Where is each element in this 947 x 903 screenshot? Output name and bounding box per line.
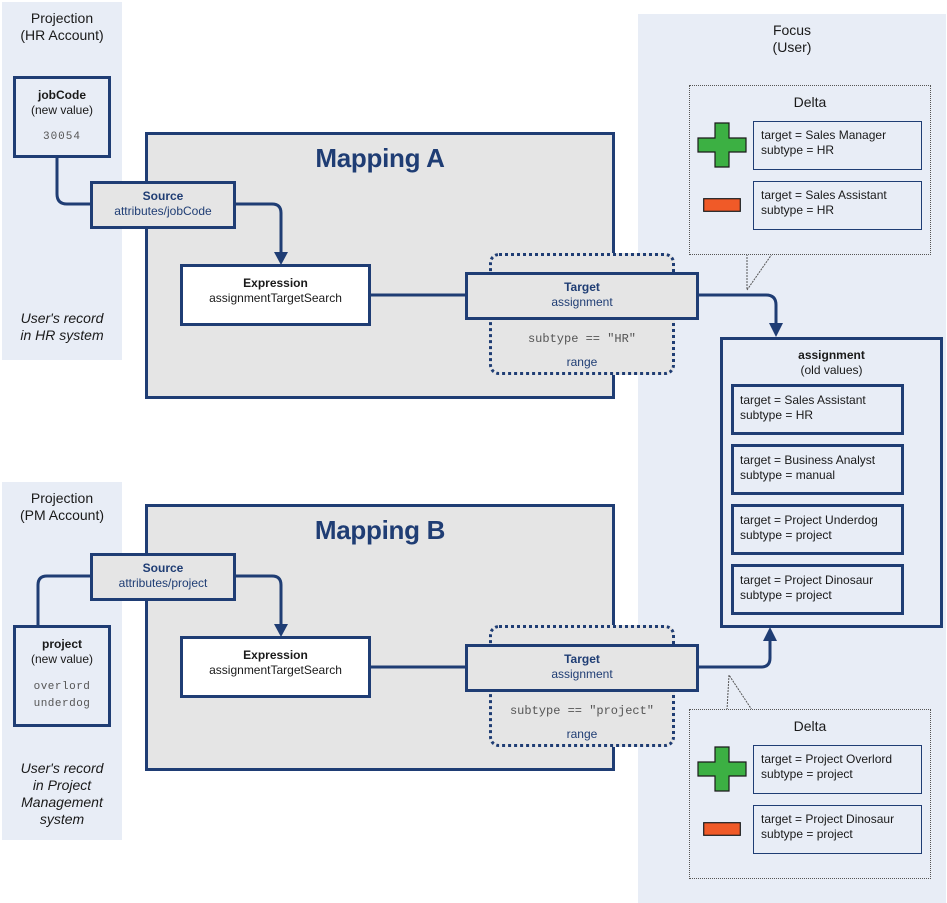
note-line: in Project: [32, 777, 92, 793]
expression-b-label: Expression: [243, 648, 308, 662]
target-a-label: Target: [564, 280, 600, 294]
plus-icon: [697, 746, 747, 792]
mapping-b-range-condition: subtype == "project": [509, 704, 655, 718]
delta-item-target: target = Sales Manager: [761, 128, 887, 142]
delta-item-subtype: subtype = project: [761, 827, 853, 841]
projection-hr-note: User's record in HR system: [2, 310, 122, 344]
target-b-value: assignment: [551, 667, 613, 681]
project-value: overlord: [33, 681, 91, 693]
note-line: system: [39, 811, 85, 827]
note-line: in HR system: [20, 327, 104, 343]
minus-icon: [703, 198, 741, 212]
delta-item-target: target = Project Overlord: [761, 752, 893, 766]
delta-a-title: Delta: [793, 94, 827, 110]
projection-pm-title: Projection (PM Account): [2, 490, 122, 524]
delta-item-target: target = Project Dinosaur: [761, 812, 895, 826]
projection-pm-title-line2: (PM Account): [19, 507, 105, 523]
target-b-label: Target: [564, 652, 600, 666]
mapping-b-range-label: range: [566, 727, 598, 741]
focus-title-line1: Focus: [772, 22, 812, 38]
assignment-item-subtype: subtype = project: [740, 588, 832, 602]
projection-pm-note: User's record in Project Management syst…: [2, 760, 122, 828]
assignment-item: target = Project Dinosaur subtype = proj…: [731, 564, 904, 615]
assignment-qualifier: (old values): [800, 363, 863, 377]
assignment-name: assignment: [798, 348, 865, 362]
project-attribute-name: project: [41, 637, 82, 651]
assignment-item-subtype: subtype = HR: [740, 408, 814, 422]
assignment-item-subtype: subtype = project: [740, 528, 832, 542]
assignment-item-target: target = Sales Assistant: [740, 393, 866, 407]
delta-b-title: Delta: [793, 718, 827, 734]
project-attribute-qualifier: (new value): [30, 652, 94, 666]
source-b-path: attributes/project: [118, 576, 208, 590]
focus-title: Focus (User): [638, 22, 946, 56]
mapping-a-target: Target assignment: [465, 272, 699, 320]
assignment-item-target: target = Project Dinosaur: [740, 573, 874, 587]
target-a-value: assignment: [551, 295, 613, 309]
jobcode-attribute-name: jobCode: [38, 88, 86, 102]
expression-a-value: assignmentTargetSearch: [209, 291, 342, 305]
mapping-b-title: Mapping B: [314, 515, 446, 545]
projection-hr-title: Projection (HR Account): [2, 10, 122, 44]
mapping-a-source: Source attributes/jobCode: [90, 181, 236, 229]
note-line: User's record: [20, 760, 104, 776]
focus-title-line2: (User): [772, 39, 812, 55]
delta-item-subtype: subtype = HR: [761, 143, 835, 157]
assignment-item: target = Business Analyst subtype = manu…: [731, 444, 904, 495]
delta-item-subtype: subtype = HR: [761, 203, 835, 217]
expression-a-label: Expression: [243, 276, 308, 290]
delta-b-add-item: target = Project Overlord subtype = proj…: [753, 745, 922, 794]
jobcode-value: 30054: [42, 131, 81, 143]
project-value: underdog: [33, 698, 91, 710]
plus-icon: [697, 122, 747, 168]
source-b-label: Source: [142, 561, 184, 575]
source-a-path: attributes/jobCode: [114, 204, 212, 218]
mapping-b-target: Target assignment: [465, 644, 699, 692]
delta-b-remove-item: target = Project Dinosaur subtype = proj…: [753, 805, 922, 854]
note-line: User's record: [20, 310, 104, 326]
jobcode-attribute-box: jobCode (new value) 30054: [13, 76, 111, 158]
note-line: Management: [21, 794, 103, 810]
project-attribute-box: project (new value) overlord underdog: [13, 625, 111, 727]
mapping-b-source: Source attributes/project: [90, 553, 236, 601]
projection-hr-title-line2: (HR Account): [20, 27, 104, 43]
projection-pm-title-line1: Projection: [30, 490, 94, 506]
jobcode-attribute-qualifier: (new value): [30, 103, 94, 117]
expression-b-value: assignmentTargetSearch: [209, 663, 342, 677]
delta-a-remove-item: target = Sales Assistant subtype = HR: [753, 181, 922, 230]
mapping-a-expression: Expression assignmentTargetSearch: [180, 264, 371, 326]
projection-hr-title-line1: Projection: [30, 10, 94, 26]
minus-icon: [703, 822, 741, 836]
delta-item-target: target = Sales Assistant: [761, 188, 887, 202]
assignment-item-subtype: subtype = manual: [740, 468, 836, 482]
mapping-b-expression: Expression assignmentTargetSearch: [180, 636, 371, 698]
delta-item-subtype: subtype = project: [761, 767, 853, 781]
assignment-item: target = Project Underdog subtype = proj…: [731, 504, 904, 555]
delta-a-add-item: target = Sales Manager subtype = HR: [753, 121, 922, 170]
mapping-a-range-condition: subtype == "HR": [527, 332, 637, 346]
assignment-item-target: target = Project Underdog: [740, 513, 878, 527]
mapping-a-range-label: range: [566, 355, 598, 369]
assignment-item: target = Sales Assistant subtype = HR: [731, 384, 904, 435]
assignment-item-target: target = Business Analyst: [740, 453, 876, 467]
source-a-label: Source: [142, 189, 184, 203]
mapping-a-title: Mapping A: [315, 143, 445, 173]
